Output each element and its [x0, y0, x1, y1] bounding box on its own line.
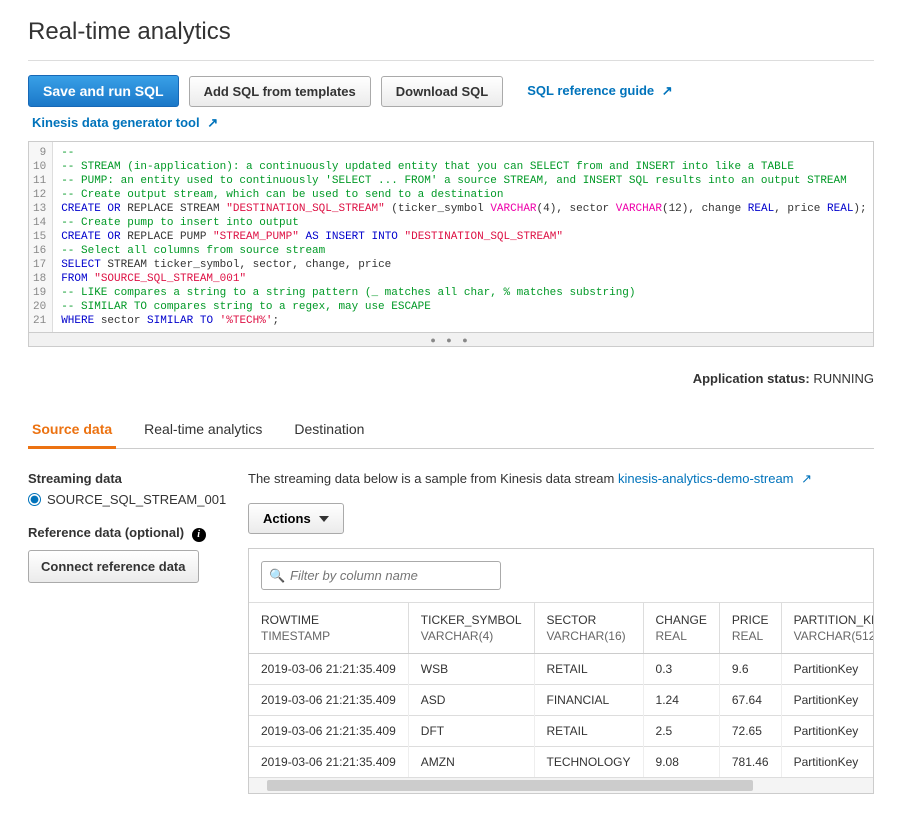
scrollbar-thumb[interactable]: [267, 780, 753, 791]
table-cell: PartitionKey: [781, 747, 873, 778]
link-text: SQL reference guide: [527, 83, 654, 98]
table-cell: 2.5: [643, 716, 719, 747]
streaming-data-header: Streaming data: [28, 471, 228, 486]
sql-reference-guide-link[interactable]: SQL reference guide ↗: [527, 83, 672, 99]
toolbar: Save and run SQL Add SQL from templates …: [28, 75, 874, 107]
reference-data-header: Reference data (optional) i: [28, 525, 228, 542]
status-value: RUNNING: [813, 371, 874, 386]
table-cell: FINANCIAL: [534, 685, 643, 716]
save-run-sql-button[interactable]: Save and run SQL: [28, 75, 179, 107]
page-title: Real-time analytics: [28, 18, 874, 46]
table-row[interactable]: 2019-03-06 21:21:35.409ASDFINANCIAL1.246…: [249, 685, 873, 716]
main-column: The streaming data below is a sample fro…: [248, 471, 874, 794]
status-label: Application status:: [693, 371, 810, 386]
tab-dest[interactable]: Destination: [290, 411, 368, 449]
column-header[interactable]: PRICEREAL: [719, 603, 781, 654]
table-cell: DFT: [408, 716, 534, 747]
table-cell: 2019-03-06 21:21:35.409: [249, 747, 408, 778]
reference-data-header-text: Reference data (optional): [28, 525, 184, 540]
actions-bar: Actions: [248, 503, 874, 534]
source-stream-label: SOURCE_SQL_STREAM_001: [47, 492, 226, 507]
sql-editor[interactable]: 9101112131415161718192021 ---- STREAM (i…: [28, 141, 874, 333]
table-cell: 9.6: [719, 654, 781, 685]
chevron-down-icon: [319, 516, 329, 522]
table-cell: 9.08: [643, 747, 719, 778]
table-cell: 0.3: [643, 654, 719, 685]
intro-text: The streaming data below is a sample fro…: [248, 471, 874, 487]
data-table-container: 🔍 ROWTIMETIMESTAMPTICKER_SYMBOLVARCHAR(4…: [248, 548, 874, 794]
source-stream-radio[interactable]: [28, 493, 41, 506]
stream-radio-row[interactable]: SOURCE_SQL_STREAM_001: [28, 492, 228, 507]
external-link-icon: ↗: [801, 471, 812, 487]
divider: [28, 60, 874, 61]
table-head-row: ROWTIMETIMESTAMPTICKER_SYMBOLVARCHAR(4)S…: [249, 603, 873, 654]
horizontal-scrollbar[interactable]: [249, 777, 873, 793]
table-cell: PartitionKey: [781, 654, 873, 685]
table-body: 2019-03-06 21:21:35.409WSBRETAIL0.39.6Pa…: [249, 654, 873, 778]
column-header[interactable]: TICKER_SYMBOLVARCHAR(4): [408, 603, 534, 654]
connect-reference-data-button[interactable]: Connect reference data: [28, 550, 199, 583]
table-cell: WSB: [408, 654, 534, 685]
tab-rta[interactable]: Real-time analytics: [140, 411, 266, 449]
actions-dropdown[interactable]: Actions: [248, 503, 344, 534]
table-cell: 1.24: [643, 685, 719, 716]
side-column: Streaming data SOURCE_SQL_STREAM_001 Ref…: [28, 471, 228, 794]
search-icon: 🔍: [269, 568, 285, 584]
link-text: Kinesis data generator tool: [32, 115, 200, 130]
tabs: Source data Real-time analytics Destinatio…: [28, 410, 874, 449]
tab-source[interactable]: Source data: [28, 411, 116, 449]
table-cell: TECHNOLOGY: [534, 747, 643, 778]
table-row[interactable]: 2019-03-06 21:21:35.409DFTRETAIL2.572.65…: [249, 716, 873, 747]
table-row[interactable]: 2019-03-06 21:21:35.409WSBRETAIL0.39.6Pa…: [249, 654, 873, 685]
external-link-icon: ↗: [207, 115, 218, 131]
table-cell: RETAIL: [534, 716, 643, 747]
table-cell: ASD: [408, 685, 534, 716]
table-row[interactable]: 2019-03-06 21:21:35.409AMZNTECHNOLOGY9.0…: [249, 747, 873, 778]
table-cell: 72.65: [719, 716, 781, 747]
editor-resize-handle[interactable]: ● ● ●: [28, 333, 874, 347]
content: Streaming data SOURCE_SQL_STREAM_001 Ref…: [28, 471, 874, 794]
table-cell: 2019-03-06 21:21:35.409: [249, 716, 408, 747]
data-table: ROWTIMETIMESTAMPTICKER_SYMBOLVARCHAR(4)S…: [249, 603, 873, 777]
external-link-icon: ↗: [662, 83, 673, 99]
editor-gutter: 9101112131415161718192021: [29, 142, 53, 332]
column-header[interactable]: PARTITION_KEYVARCHAR(512): [781, 603, 873, 654]
download-sql-button[interactable]: Download SQL: [381, 76, 503, 107]
demo-stream-link[interactable]: kinesis-analytics-demo-stream ↗: [618, 471, 812, 486]
table-cell: 2019-03-06 21:21:35.409: [249, 685, 408, 716]
table-cell: PartitionKey: [781, 716, 873, 747]
application-status: Application status: RUNNING: [28, 371, 874, 386]
table-cell: 67.64: [719, 685, 781, 716]
actions-label: Actions: [263, 511, 311, 526]
kinesis-generator-link[interactable]: Kinesis data generator tool ↗: [32, 115, 218, 130]
table-cell: PartitionKey: [781, 685, 873, 716]
column-header[interactable]: ROWTIMETIMESTAMP: [249, 603, 408, 654]
column-header[interactable]: CHANGEREAL: [643, 603, 719, 654]
table-cell: 2019-03-06 21:21:35.409: [249, 654, 408, 685]
intro-prefix: The streaming data below is a sample fro…: [248, 471, 618, 486]
table-cell: 781.46: [719, 747, 781, 778]
table-scroll[interactable]: ROWTIMETIMESTAMPTICKER_SYMBOLVARCHAR(4)S…: [249, 603, 873, 777]
table-cell: AMZN: [408, 747, 534, 778]
info-icon[interactable]: i: [192, 528, 206, 542]
filter-bar: 🔍: [249, 549, 873, 603]
link-text: kinesis-analytics-demo-stream: [618, 471, 794, 486]
column-header[interactable]: SECTORVARCHAR(16): [534, 603, 643, 654]
editor-content[interactable]: ---- STREAM (in-application): a continuo…: [53, 142, 873, 332]
add-sql-templates-button[interactable]: Add SQL from templates: [189, 76, 371, 107]
filter-input[interactable]: [261, 561, 501, 590]
table-cell: RETAIL: [534, 654, 643, 685]
